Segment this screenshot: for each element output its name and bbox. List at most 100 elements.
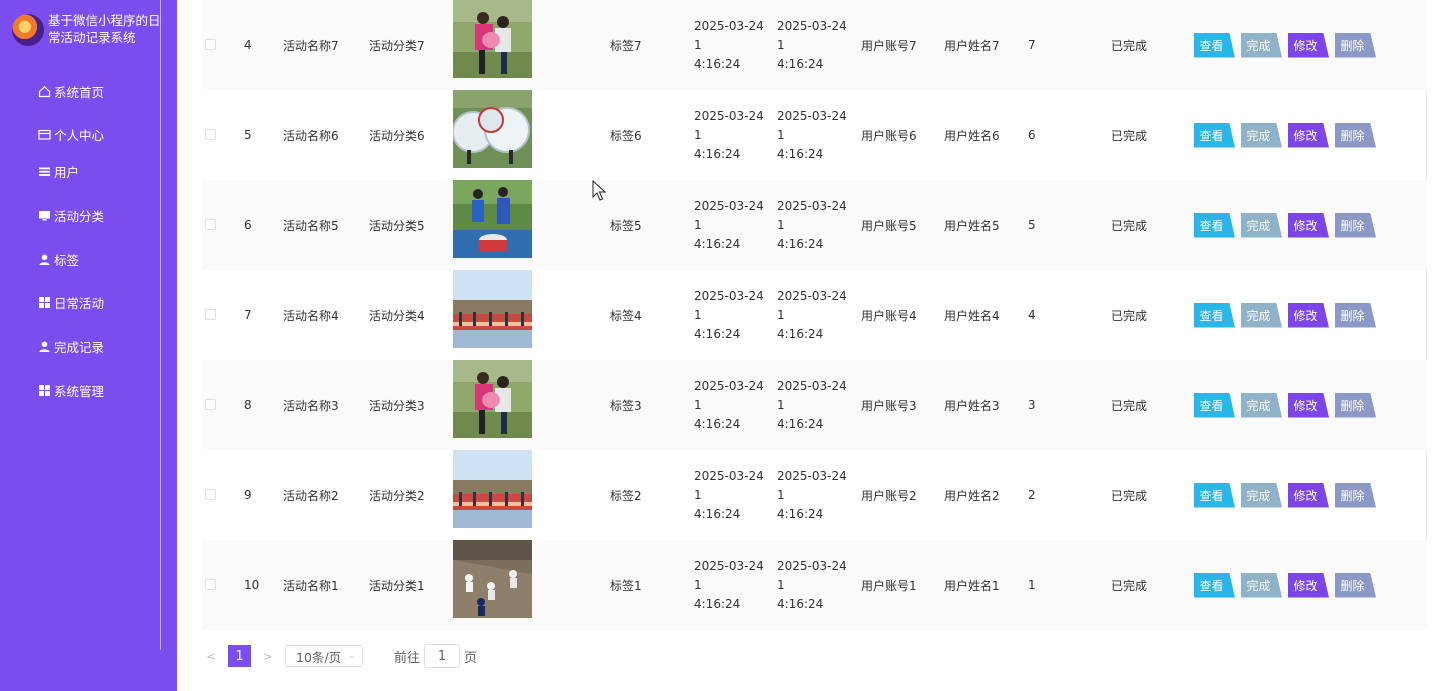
cell-index: 7 <box>244 308 252 322</box>
table-row: 4 活动名称7 活动分类7 标签7 2025-03-24 1 4:16:24 2025-03… <box>202 0 1427 90</box>
delete-button[interactable]: 删除 <box>1335 392 1376 418</box>
cell-time-1: 2025-03-24 1 4:16:24 <box>694 270 770 360</box>
activity-image[interactable] <box>453 90 532 168</box>
cell-activity-name: 活动名称6 <box>283 128 339 143</box>
time-clock: 4:16:24 <box>694 596 741 611</box>
cell-time-1: 2025-03-24 1 4:16:24 <box>694 540 770 630</box>
cell-tag: 标签3 <box>610 398 642 413</box>
edit-button[interactable]: 修改 <box>1288 572 1329 598</box>
row-checkbox[interactable] <box>205 219 216 230</box>
delete-button[interactable]: 删除 <box>1335 122 1376 148</box>
view-button[interactable]: 查看 <box>1194 392 1235 418</box>
cell-tag: 标签2 <box>610 488 642 503</box>
row-actions: 查看 完成 修改 删除 <box>1194 360 1376 450</box>
cell-time-2: 2025-03-24 1 4:16:24 <box>777 180 853 270</box>
cell-time-2: 2025-03-24 1 4:16:24 <box>777 90 853 180</box>
cell-tag: 标签6 <box>610 128 642 143</box>
list-icon <box>38 165 51 178</box>
time-clock: 4:16:24 <box>694 56 741 71</box>
row-actions: 查看 完成 修改 删除 <box>1194 450 1376 540</box>
table-row: 8 活动名称3 活动分类3 标签3 2025-03-24 1 4:16:24 2025-03… <box>202 360 1427 450</box>
complete-button[interactable]: 完成 <box>1241 212 1282 238</box>
delete-button[interactable]: 删除 <box>1335 482 1376 508</box>
cell-user-name: 用户姓名5 <box>944 218 1000 233</box>
cell-number: 6 <box>1028 128 1036 142</box>
goto-page-input[interactable]: 1 <box>424 644 461 668</box>
edit-button[interactable]: 修改 <box>1288 122 1329 148</box>
sidebar-item-tags[interactable]: 标签 <box>38 250 79 269</box>
cell-user-name: 用户姓名1 <box>944 578 1000 593</box>
sidebar-item-daily-activity[interactable]: 日常活动 <box>38 293 104 312</box>
sidebar-item-users[interactable]: 用户 <box>38 162 79 181</box>
sidebar-item-label: 标签 <box>54 253 80 268</box>
delete-button[interactable]: 删除 <box>1335 32 1376 58</box>
row-checkbox[interactable] <box>205 489 216 500</box>
goto-suffix: 页 <box>464 650 478 666</box>
row-checkbox[interactable] <box>205 129 216 140</box>
row-checkbox[interactable] <box>205 309 216 320</box>
activity-image[interactable] <box>453 540 532 618</box>
page-number-current[interactable]: 1 <box>228 645 251 667</box>
row-checkbox[interactable] <box>205 579 216 590</box>
row-checkbox[interactable] <box>205 399 216 410</box>
cell-status: 已完成 <box>1111 308 1148 323</box>
sidebar-item-label: 用户 <box>54 165 80 180</box>
sidebar-item-completion-records[interactable]: 完成记录 <box>38 337 104 356</box>
edit-button[interactable]: 修改 <box>1288 32 1329 58</box>
cell-activity-category: 活动分类4 <box>369 308 425 323</box>
view-button[interactable]: 查看 <box>1194 32 1235 58</box>
edit-button[interactable]: 修改 <box>1288 302 1329 328</box>
row-checkbox[interactable] <box>205 39 216 50</box>
complete-button[interactable]: 完成 <box>1241 122 1282 148</box>
time-date: 2025-03-24 1 <box>694 558 764 592</box>
app-title: 基于微信小程序的日常活动记录系统 <box>48 13 161 45</box>
complete-button[interactable]: 完成 <box>1241 392 1282 418</box>
delete-button[interactable]: 删除 <box>1335 572 1376 598</box>
cell-user-account: 用户账号1 <box>861 578 917 593</box>
activity-image[interactable] <box>453 450 532 528</box>
time-clock: 4:16:24 <box>694 146 741 161</box>
page-size-select[interactable]: 10条/页 ⌄ <box>285 645 363 667</box>
sidebar-item-profile[interactable]: 个人中心 <box>38 125 104 144</box>
delete-button[interactable]: 删除 <box>1335 302 1376 328</box>
delete-button[interactable]: 删除 <box>1335 212 1376 238</box>
view-button[interactable]: 查看 <box>1194 572 1235 598</box>
cell-index: 5 <box>244 128 252 142</box>
sidebar-item-label: 活动分类 <box>54 209 105 224</box>
cell-time-2: 2025-03-24 1 4:16:24 <box>777 360 853 450</box>
complete-button[interactable]: 完成 <box>1241 302 1282 328</box>
cell-index: 9 <box>244 488 252 502</box>
activity-image[interactable] <box>453 270 532 348</box>
view-button[interactable]: 查看 <box>1194 302 1235 328</box>
main-content: 4 活动名称7 活动分类7 标签7 2025-03-24 1 4:16:24 2025-03… <box>177 0 1453 691</box>
complete-button[interactable]: 完成 <box>1241 32 1282 58</box>
row-actions: 查看 完成 修改 删除 <box>1194 270 1376 360</box>
activity-image[interactable] <box>453 180 532 258</box>
cell-number: 1 <box>1028 578 1036 592</box>
cell-user-name: 用户姓名4 <box>944 308 1000 323</box>
complete-button[interactable]: 完成 <box>1241 572 1282 598</box>
cell-number: 5 <box>1028 218 1036 232</box>
grid-icon <box>38 296 51 309</box>
cell-activity-name: 活动名称1 <box>283 578 339 593</box>
activity-image[interactable] <box>453 0 532 78</box>
edit-button[interactable]: 修改 <box>1288 392 1329 418</box>
sidebar: 基于微信小程序的日常活动记录系统 系统首页 个人中心 用户 活动分类 标签 日常… <box>0 0 177 691</box>
cell-number: 7 <box>1028 38 1036 52</box>
prev-page-button[interactable]: < <box>202 650 220 663</box>
chevron-down-icon: ⌄ <box>347 651 355 661</box>
view-button[interactable]: 查看 <box>1194 212 1235 238</box>
view-button[interactable]: 查看 <box>1194 122 1235 148</box>
view-button[interactable]: 查看 <box>1194 482 1235 508</box>
sidebar-item-home[interactable]: 系统首页 <box>38 82 104 101</box>
complete-button[interactable]: 完成 <box>1241 482 1282 508</box>
cell-user-account: 用户账号7 <box>861 38 917 53</box>
sidebar-item-system-management[interactable]: 系统管理 <box>38 381 104 400</box>
user-icon <box>38 340 51 353</box>
sidebar-item-activity-category[interactable]: 活动分类 <box>38 206 104 225</box>
edit-button[interactable]: 修改 <box>1288 482 1329 508</box>
cell-time-1: 2025-03-24 1 4:16:24 <box>694 450 770 540</box>
next-page-button[interactable]: > <box>259 650 277 663</box>
edit-button[interactable]: 修改 <box>1288 212 1329 238</box>
activity-image[interactable] <box>453 360 532 438</box>
